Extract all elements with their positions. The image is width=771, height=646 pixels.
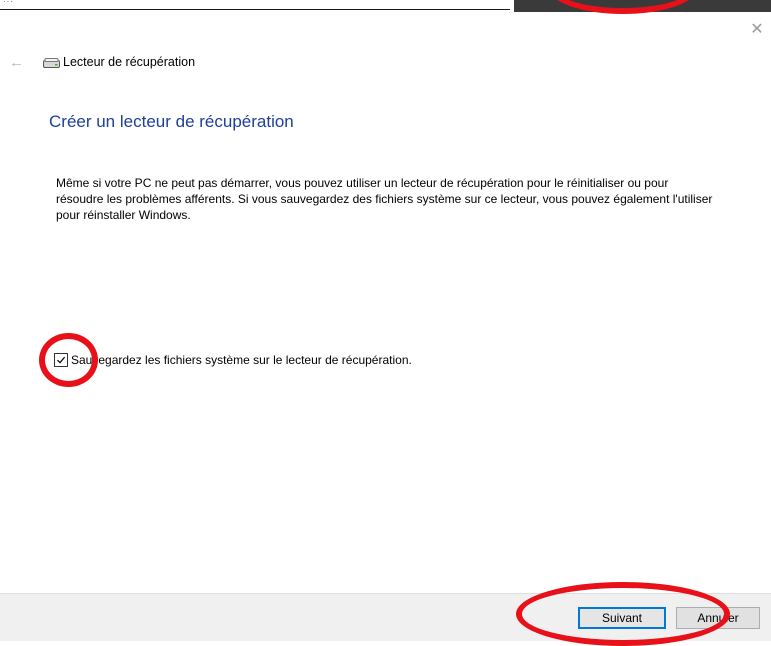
- back-arrow-icon: ←: [9, 54, 24, 71]
- backup-system-files-option[interactable]: Sauvegardez les fichiers système sur le …: [54, 352, 412, 368]
- background-window-strip: ···: [0, 0, 510, 10]
- background-image-fragment: [514, 0, 771, 12]
- checkmark-icon: [57, 356, 66, 364]
- cancel-button[interactable]: Annuler: [676, 607, 760, 629]
- next-button[interactable]: Suivant: [578, 607, 666, 629]
- app-title: Lecteur de récupération: [63, 55, 196, 69]
- close-button[interactable]: ✕: [749, 22, 765, 38]
- close-icon: ✕: [750, 21, 764, 38]
- drive-icon: [43, 58, 60, 68]
- background-window-fragment: ···: [3, 0, 14, 6]
- description-text: Même si votre PC ne peut pas démarrer, v…: [56, 176, 713, 222]
- back-button[interactable]: ←: [9, 54, 24, 71]
- page-title: Créer un lecteur de récupération: [49, 112, 294, 131]
- backup-system-files-label[interactable]: Sauvegardez les fichiers système sur le …: [71, 353, 412, 367]
- backup-system-files-checkbox[interactable]: [54, 353, 68, 367]
